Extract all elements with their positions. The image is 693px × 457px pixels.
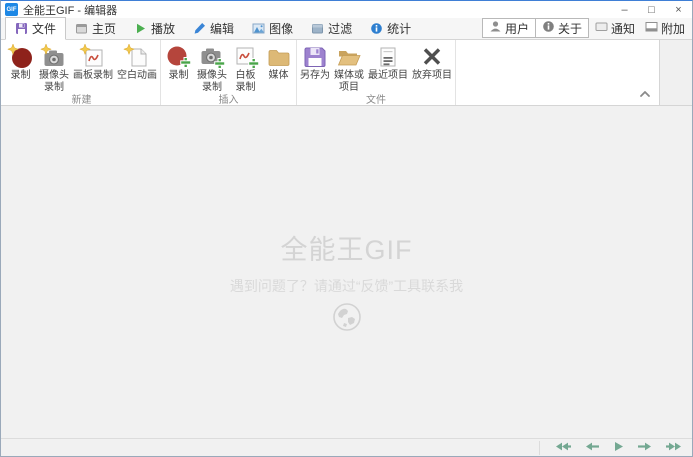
- about-info-icon: [542, 20, 555, 36]
- tab-label: 过滤: [328, 20, 352, 37]
- save-as-button[interactable]: 另存为: [298, 42, 332, 94]
- tab-label: 主页: [92, 20, 116, 37]
- skip-last-icon: [665, 441, 682, 455]
- record-plus-icon: [165, 43, 193, 70]
- notify-label: 通知: [611, 20, 635, 37]
- watermark-subtitle: 遇到问题了？请通过“反馈”工具联系我: [230, 276, 463, 296]
- user-button[interactable]: 用户: [483, 19, 535, 37]
- blank-animation-button[interactable]: 空白动画: [115, 42, 159, 94]
- close-button[interactable]: ×: [665, 1, 692, 18]
- group-label: 新建: [4, 94, 159, 107]
- blank-page-sparkle-icon: [123, 43, 151, 70]
- open-folder-icon: [335, 43, 363, 70]
- tab-image[interactable]: 图像: [243, 17, 302, 39]
- camera-sparkle-icon: [40, 43, 68, 70]
- board-sparkle-icon: [79, 43, 107, 70]
- board-plus-icon: [232, 43, 260, 70]
- tab-label: 播放: [151, 20, 175, 37]
- play-button[interactable]: [613, 441, 624, 455]
- tab-label: 编辑: [210, 20, 234, 37]
- tabs: 文件 主页 播放 编辑: [5, 17, 420, 39]
- ribbon-tab-bar: 文件 主页 播放 编辑: [1, 18, 692, 40]
- group-label: 插入: [162, 94, 295, 107]
- window-title: 全能王GIF - 编辑器: [23, 2, 117, 18]
- folder-icon: [265, 43, 293, 70]
- tab-file[interactable]: 文件: [5, 17, 66, 40]
- play-icon: [134, 22, 147, 35]
- playback-bar: [1, 438, 692, 456]
- filter-icon: [311, 22, 324, 35]
- first-frame-button[interactable]: [555, 441, 572, 455]
- recent-doc-icon: [374, 43, 402, 70]
- discard-project-button[interactable]: 放弃项目: [410, 42, 454, 94]
- notification-icon: [595, 20, 608, 36]
- insert-camera-record-button[interactable]: 摄像头 录制: [195, 42, 229, 94]
- tab-label: 图像: [269, 20, 293, 37]
- chevron-up-icon: [638, 88, 652, 103]
- tab-label: 统计: [387, 20, 411, 37]
- group-label: 文件: [298, 94, 454, 107]
- tab-play[interactable]: 播放: [125, 17, 184, 39]
- about-button[interactable]: 关于: [535, 19, 588, 37]
- ribbon-group-file: 另存为 媒体或 项目 最近项目: [297, 40, 456, 105]
- insert-whiteboard-record-button[interactable]: 白板 录制: [229, 42, 262, 94]
- pencil-icon: [193, 22, 206, 35]
- image-icon: [252, 22, 265, 35]
- playback-separator: [539, 441, 540, 455]
- tab-home[interactable]: 主页: [66, 17, 125, 39]
- insert-media-button[interactable]: 媒体: [262, 42, 295, 94]
- open-media-project-button[interactable]: 媒体或 项目: [332, 42, 366, 94]
- collapse-ribbon-button[interactable]: [637, 88, 653, 102]
- skip-first-icon: [555, 441, 572, 455]
- attach-label: 附加: [661, 20, 685, 37]
- window-controls: – □ ×: [611, 1, 692, 18]
- maximize-button[interactable]: □: [638, 1, 665, 18]
- floppy-icon: [15, 22, 28, 35]
- arrow-left-icon: [585, 441, 600, 455]
- tab-label: 文件: [32, 20, 56, 37]
- last-frame-button[interactable]: [665, 441, 682, 455]
- ribbon-row: 录制 摄像头 录制 画板录制: [1, 40, 692, 106]
- tab-filter[interactable]: 过滤: [302, 17, 361, 39]
- app-logo-icon: GIF: [5, 3, 18, 16]
- globe-icon: [332, 302, 362, 335]
- tab-stats[interactable]: 统计: [361, 17, 420, 39]
- previous-frame-button[interactable]: [585, 441, 600, 455]
- app-window: GIF 全能王GIF - 编辑器 – □ × 文件 主页: [0, 0, 693, 457]
- attach-button[interactable]: 附加: [641, 20, 689, 37]
- camera-record-button[interactable]: 摄像头 录制: [37, 42, 71, 94]
- discard-x-icon: [418, 43, 446, 70]
- user-icon: [489, 20, 502, 36]
- info-icon: [370, 22, 383, 35]
- user-label: 用户: [505, 20, 529, 37]
- ribbon-group-new: 录制 摄像头 录制 画板录制: [3, 40, 161, 105]
- watermark-title: 全能王GIF: [281, 228, 413, 267]
- recent-projects-button[interactable]: 最近项目: [366, 42, 410, 94]
- ribbon-filler: [660, 40, 692, 106]
- record-sparkle-icon: [7, 43, 35, 70]
- save-as-icon: [301, 43, 329, 70]
- insert-record-button[interactable]: 录制: [162, 42, 195, 94]
- account-bar: 用户 关于 通知 附加: [482, 17, 692, 39]
- camera-plus-icon: [198, 43, 226, 70]
- about-label: 关于: [558, 20, 582, 37]
- arrow-right-icon: [637, 441, 652, 455]
- account-buttons: 用户 关于: [482, 18, 589, 38]
- title-bar: GIF 全能王GIF - 编辑器 – □ ×: [1, 1, 692, 18]
- board-record-button[interactable]: 画板录制: [71, 42, 115, 94]
- minimize-button[interactable]: –: [611, 1, 638, 18]
- attach-window-icon: [645, 20, 658, 36]
- ribbon: 录制 摄像头 录制 画板录制: [1, 40, 660, 106]
- ribbon-group-insert: 录制 摄像头 录制 白板: [161, 40, 297, 105]
- record-button[interactable]: 录制: [4, 42, 37, 94]
- tab-edit[interactable]: 编辑: [184, 17, 243, 39]
- canvas-area: 全能王GIF 遇到问题了？请通过“反馈”工具联系我: [1, 106, 692, 438]
- home-icon: [75, 22, 88, 35]
- play-triangle-icon: [613, 441, 624, 455]
- next-frame-button[interactable]: [637, 441, 652, 455]
- notify-button[interactable]: 通知: [591, 20, 639, 37]
